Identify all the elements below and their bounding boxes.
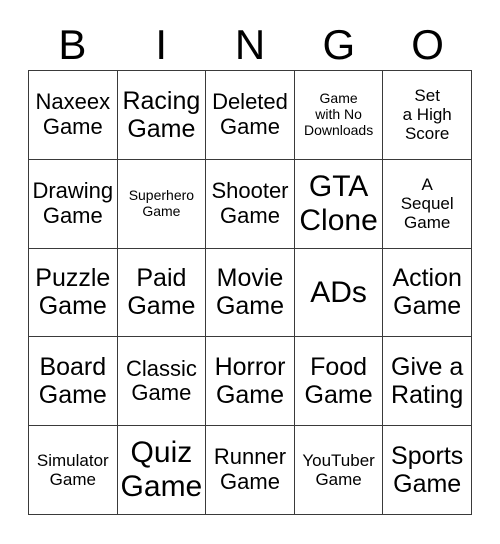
bingo-cell[interactable]: Action Game [383, 248, 472, 338]
bingo-cell[interactable]: Food Game [294, 337, 384, 427]
bingo-cell-label: Drawing Game [32, 178, 114, 228]
bingo-cell[interactable]: Horror Game [206, 337, 295, 427]
bingo-cell-label: Movie Game [215, 264, 285, 321]
bingo-cell[interactable]: Set a High Score [383, 71, 472, 160]
bingo-cell-label: Puzzle Game [35, 264, 111, 321]
bingo-cell-label: Food Game [304, 353, 373, 410]
bingo-cell-label: Naxeex Game [35, 89, 111, 139]
bingo-cell[interactable]: Racing Game [117, 71, 207, 160]
bingo-header-letter-b: B [58, 21, 87, 68]
bingo-cell[interactable]: Give a Rating [383, 337, 472, 427]
bingo-grid: Naxeex Game Racing Game Deleted Game Gam… [28, 70, 472, 515]
bingo-cell[interactable]: Paid Game [117, 248, 207, 338]
bingo-cell-label: Deleted Game [212, 89, 288, 139]
bingo-cell-label: YouTuber Game [302, 451, 375, 490]
bingo-cell-label: Sports Game [391, 442, 464, 499]
bingo-cell-label: Quiz Game [120, 436, 203, 504]
bingo-header-letter-n: N [234, 21, 266, 68]
bingo-cell[interactable]: GTA Clone [294, 159, 384, 249]
bingo-cell[interactable]: Drawing Game [29, 159, 118, 249]
bingo-cell[interactable]: Puzzle Game [29, 248, 118, 338]
bingo-cell-label: A Sequel Game [400, 175, 454, 233]
bingo-header-row: B I N G O [28, 0, 472, 70]
bingo-header-letter-i: I [155, 21, 168, 68]
bingo-cell[interactable]: Sports Game [383, 426, 472, 515]
bingo-cell-label: Board Game [38, 353, 107, 410]
bingo-cell-label: Superhero Game [128, 187, 195, 219]
bingo-cell[interactable]: Game with No Downloads [294, 71, 384, 160]
bingo-cell-label: Classic Game [125, 355, 197, 406]
bingo-cell-label: Paid Game [127, 264, 196, 321]
bingo-cell[interactable]: YouTuber Game [294, 426, 384, 515]
bingo-cell[interactable]: Deleted Game [206, 71, 295, 160]
bingo-cell[interactable]: Naxeex Game [29, 71, 118, 160]
bingo-cell[interactable]: Quiz Game [117, 426, 207, 515]
bingo-cell[interactable]: Runner Game [206, 426, 295, 515]
bingo-cell-label: Set a High Score [402, 86, 452, 144]
bingo-cell[interactable]: Shooter Game [206, 159, 295, 249]
bingo-card: B I N G O Naxeex Game Racing Game Delete… [0, 0, 500, 544]
bingo-header-letter-g: G [322, 21, 356, 68]
bingo-cell-label: GTA Clone [299, 170, 378, 237]
bingo-cell-label: Shooter Game [211, 178, 289, 228]
bingo-cell[interactable]: A Sequel Game [383, 159, 472, 249]
bingo-cell-label: Racing Game [122, 86, 201, 143]
bingo-cell-label: Simulator Game [36, 451, 109, 490]
bingo-cell[interactable]: Superhero Game [117, 159, 207, 249]
bingo-cell[interactable]: Board Game [29, 337, 118, 427]
bingo-cell-label: Give a Rating [391, 353, 464, 410]
bingo-cell-free-space[interactable]: ADs [294, 248, 384, 338]
bingo-cell[interactable]: Simulator Game [29, 426, 118, 515]
bingo-cell-label: Horror Game [214, 353, 286, 410]
bingo-cell-label: Game with No Downloads [303, 90, 374, 138]
bingo-cell[interactable]: Classic Game [117, 337, 207, 427]
bingo-cell-label: ADs [310, 275, 367, 309]
bingo-header-letter-o: O [411, 21, 444, 68]
bingo-cell[interactable]: Movie Game [206, 248, 295, 338]
bingo-cell-label: Action Game [392, 264, 462, 321]
bingo-cell-label: Runner Game [213, 444, 287, 495]
